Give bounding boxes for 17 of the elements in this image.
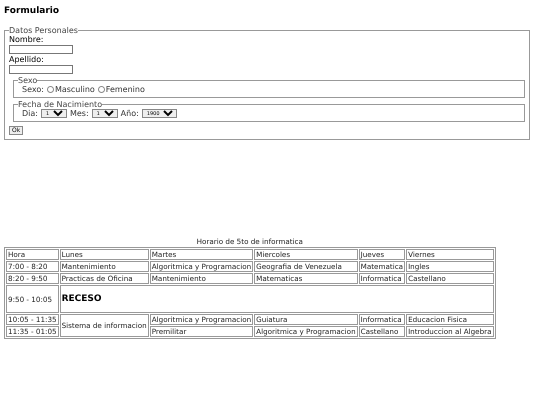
select-label: Dia: xyxy=(22,109,38,118)
text-field[interactable] xyxy=(9,65,73,74)
sex-label: Sexo: xyxy=(22,85,44,94)
select-label: Mes: xyxy=(70,109,89,118)
radio-button[interactable] xyxy=(98,86,105,93)
fieldset-legend: Datos Personales xyxy=(9,26,78,35)
radio-label: Femenino xyxy=(106,85,145,94)
field-label: Nombre: xyxy=(9,35,44,44)
radio-button[interactable] xyxy=(46,86,54,93)
fieldset-legend: Sexo xyxy=(18,76,38,85)
form-heading: Formulario xyxy=(4,6,60,16)
field-label: Apellido: xyxy=(9,55,45,64)
select-label: Año: xyxy=(120,109,139,118)
fieldset-legend: Fecha de Nacimiento xyxy=(18,100,102,109)
table-cell: RECESO xyxy=(60,285,494,313)
radio-label: Masculino xyxy=(54,85,95,94)
text-field[interactable] xyxy=(9,45,73,54)
